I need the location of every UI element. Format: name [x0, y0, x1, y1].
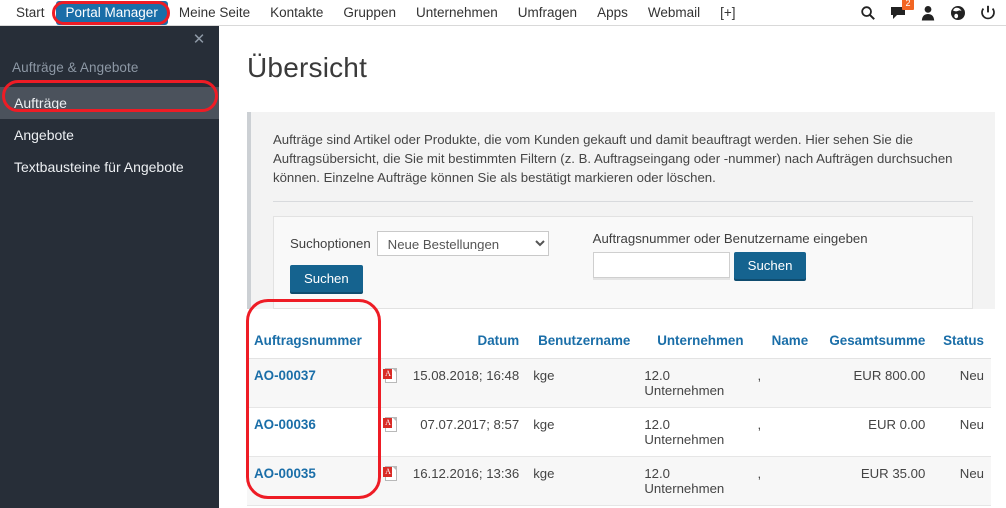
cell-username: kge [526, 407, 638, 457]
search-options-group: Suchoptionen Neue Bestellungen Suchen [290, 231, 549, 292]
pdf-icon[interactable]: A [383, 417, 398, 433]
cell-pdf[interactable]: A [376, 358, 405, 408]
cell-username: kge [526, 456, 638, 506]
cell-order-number[interactable]: AO-00036 [247, 407, 377, 457]
cell-status: Neu [932, 456, 991, 506]
search-icon[interactable] [859, 4, 876, 21]
nav-item-webmail[interactable]: Webmail [639, 2, 709, 24]
messages-badge: 2 [902, 0, 914, 10]
search-query-group: Auftragsnummer oder Benutzername eingebe… [592, 231, 868, 279]
column-header-datum[interactable]: Datum [404, 325, 527, 359]
column-header-auftragsnummer[interactable]: Auftragsnummer [247, 325, 377, 359]
column-header-gesamtsumme[interactable]: Gesamtsumme [815, 325, 933, 359]
user-icon[interactable] [919, 4, 936, 21]
pdf-icon[interactable]: A [383, 368, 398, 384]
close-icon[interactable]: ✕ [191, 32, 207, 48]
search-form: Suchoptionen Neue Bestellungen Suchen Au… [273, 216, 973, 309]
cell-pdf[interactable]: A [376, 407, 405, 457]
orders-table-body: AO-00037 A 15.08.2018; 16:48 kge 12.0 Un… [247, 358, 991, 506]
sidebar-item-angebote[interactable]: Angebote [0, 119, 219, 151]
cell-status: Neu [932, 358, 991, 408]
search-query-hint: Auftragsnummer oder Benutzername eingebe… [592, 231, 868, 246]
nav-item-gruppen[interactable]: Gruppen [334, 2, 405, 24]
cell-date: 15.08.2018; 16:48 [404, 358, 527, 408]
panel-description: Aufträge sind Artikel oder Produkte, die… [273, 132, 953, 185]
globe-icon[interactable] [949, 4, 966, 21]
cell-company: 12.0 Unternehmen [637, 358, 751, 408]
cell-total: EUR 800.00 [815, 358, 933, 408]
sidebar-item-auftraege[interactable]: Aufträge [0, 87, 219, 119]
info-panel: Aufträge sind Artikel oder Produkte, die… [247, 112, 995, 309]
pdf-icon[interactable]: A [383, 466, 398, 482]
cell-name: , [750, 456, 816, 506]
cell-name: , [750, 358, 816, 408]
search-options-label: Suchoptionen [290, 236, 371, 251]
search-options-select[interactable]: Neue Bestellungen [376, 231, 549, 256]
table-row[interactable]: AO-00037 A 15.08.2018; 16:48 kge 12.0 Un… [247, 358, 991, 408]
orders-table-head: Auftragsnummer Datum Benutzername Untern… [247, 325, 991, 359]
nav-item-unternehmen[interactable]: Unternehmen [407, 2, 507, 24]
orders-table: Auftragsnummer Datum Benutzername Untern… [247, 325, 991, 506]
cell-date: 16.12.2016; 13:36 [404, 456, 527, 506]
messages-icon[interactable]: 2 [889, 0, 914, 21]
cell-total: EUR 0.00 [815, 407, 933, 457]
cell-date: 07.07.2017; 8:57 [404, 407, 527, 457]
cell-company: 12.0 Unternehmen [637, 456, 751, 506]
cell-company: 12.0 Unternehmen [637, 407, 751, 457]
search-query-input[interactable] [592, 252, 730, 278]
nav-item-apps[interactable]: Apps [588, 2, 637, 24]
cell-pdf[interactable]: A [376, 456, 405, 506]
nav-item-portal-manager[interactable]: Portal Manager [55, 0, 168, 25]
panel-divider [273, 201, 973, 202]
power-icon[interactable] [979, 4, 996, 21]
cell-order-number[interactable]: AO-00037 [247, 358, 377, 408]
column-header-benutzername[interactable]: Benutzername [526, 325, 638, 359]
top-navigation-bar: Start Portal Manager Meine Seite Kontakt… [0, 0, 1006, 26]
nav-item-meine-seite[interactable]: Meine Seite [170, 2, 259, 24]
table-header-row: Auftragsnummer Datum Benutzername Untern… [247, 325, 991, 359]
cell-name: , [750, 407, 816, 457]
sidebar-section-title: Aufträge & Angebote [12, 60, 139, 75]
column-header-name[interactable]: Name [750, 325, 816, 359]
order-number-link[interactable]: AO-00035 [254, 466, 316, 481]
column-header-status[interactable]: Status [932, 325, 991, 359]
sidebar-menu: Aufträge Angebote Textbausteine für Ange… [0, 87, 219, 183]
cell-total: EUR 35.00 [815, 456, 933, 506]
top-nav-icon-group: 2 [859, 0, 1006, 21]
cell-order-number[interactable]: AO-00035 [247, 456, 377, 506]
search-options-submit-button[interactable]: Suchen [290, 265, 363, 292]
sidebar-item-textbausteine[interactable]: Textbausteine für Angebote [0, 151, 219, 183]
column-header-pdf [376, 325, 405, 359]
table-row[interactable]: AO-00035 A 16.12.2016; 13:36 kge 12.0 Un… [247, 456, 991, 506]
sidebar: ✕ Aufträge & Angebote Aufträge Angebote … [0, 26, 219, 508]
column-header-unternehmen[interactable]: Unternehmen [637, 325, 751, 359]
top-nav-items: Start Portal Manager Meine Seite Kontakt… [0, 0, 746, 26]
cell-status: Neu [932, 407, 991, 457]
order-number-link[interactable]: AO-00036 [254, 417, 316, 432]
page-title: Übersicht [247, 52, 368, 83]
search-query-submit-button[interactable]: Suchen [733, 252, 807, 279]
nav-item-start[interactable]: Start [7, 2, 54, 24]
table-row[interactable]: AO-00036 A 07.07.2017; 8:57 kge 12.0 Unt… [247, 407, 991, 457]
nav-item-more[interactable]: [+] [711, 2, 744, 24]
main-content: Übersicht Aufträge sind Artikel oder Pro… [219, 26, 1006, 508]
order-number-link[interactable]: AO-00037 [254, 368, 316, 383]
cell-username: kge [526, 358, 638, 408]
nav-item-umfragen[interactable]: Umfragen [509, 2, 586, 24]
nav-item-kontakte[interactable]: Kontakte [261, 2, 332, 24]
